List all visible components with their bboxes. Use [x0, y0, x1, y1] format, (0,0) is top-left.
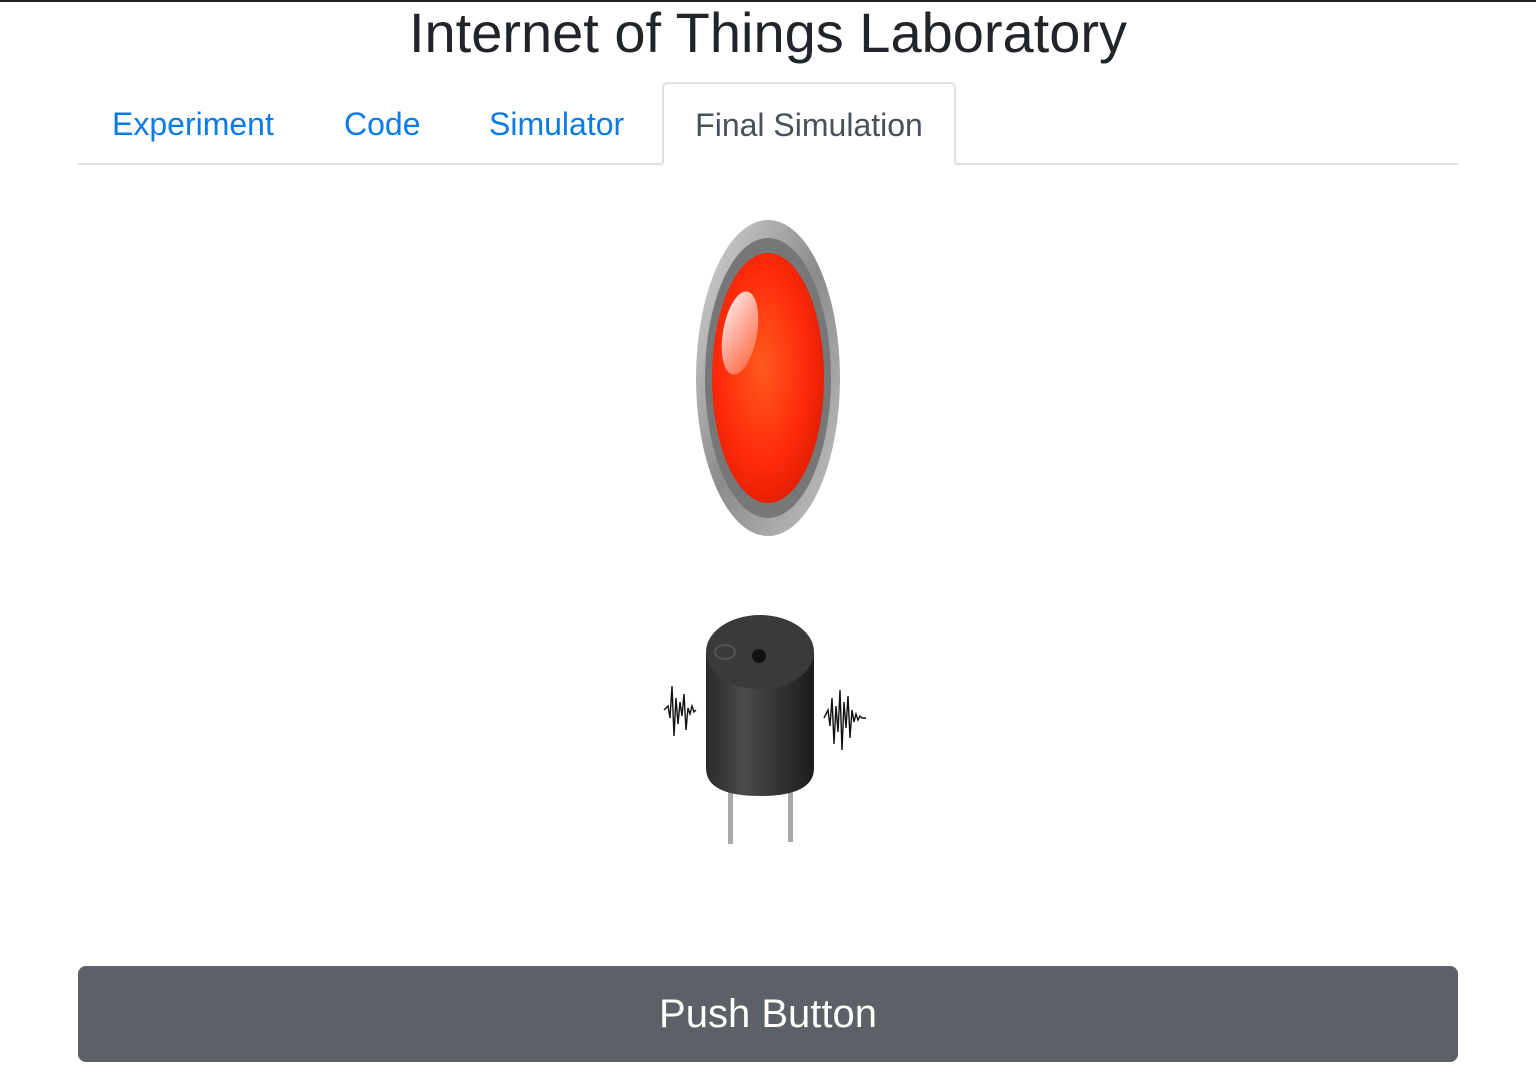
tab-experiment[interactable]: Experiment: [112, 82, 274, 165]
buzzer-icon: [663, 615, 866, 844]
push-button[interactable]: Push Button: [78, 966, 1458, 1062]
page-title: Internet of Things Laboratory: [408, 1, 1128, 64]
led-icon: [696, 220, 840, 536]
tab-final-simulation[interactable]: Final Simulation: [662, 82, 956, 165]
tab-bar: Experiment Code Simulator Final Simulati…: [78, 82, 1458, 165]
tab-simulator[interactable]: Simulator: [489, 82, 624, 165]
tab-code[interactable]: Code: [344, 82, 421, 165]
